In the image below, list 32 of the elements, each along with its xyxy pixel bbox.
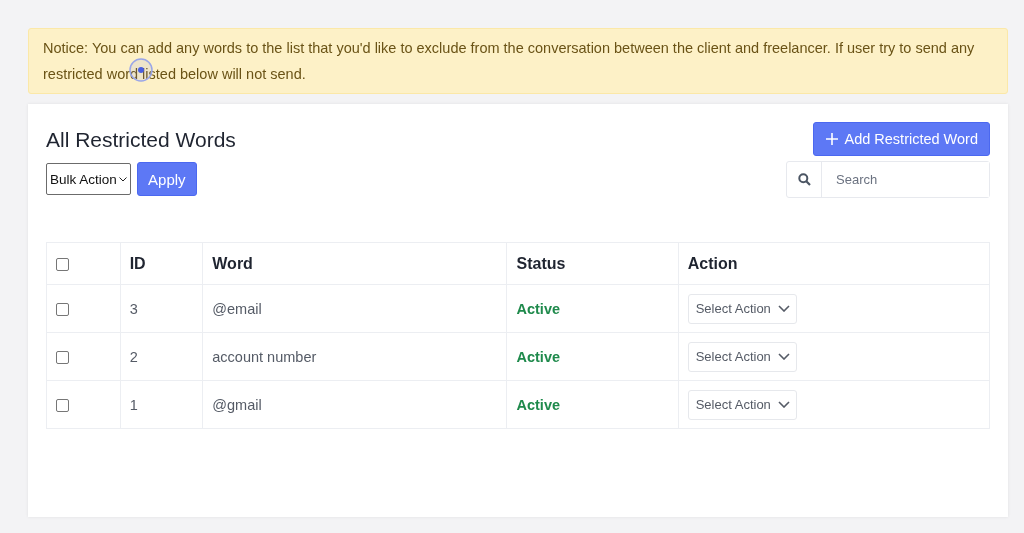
bulk-action-select[interactable]: Bulk Action: [46, 163, 131, 195]
action-select[interactable]: Select Action: [687, 293, 797, 324]
table-cell: @gmail: [202, 380, 507, 429]
page-title: All Restricted Words: [46, 128, 236, 152]
status-label: Active: [516, 300, 560, 317]
table-cell: 1: [120, 380, 203, 429]
checkbox[interactable]: [56, 399, 69, 413]
table-cell: 2: [120, 332, 203, 381]
notice-message: Notice: You can add any words to the list that you'd like to exclude from the conversation between the client and freelancer. If user try to send any restricted word listed below will not send.: [28, 28, 1008, 94]
column-header: ID: [120, 242, 203, 285]
chevron-down-icon: [777, 353, 790, 360]
table-cell: 3: [120, 284, 203, 333]
add-restricted-word-button[interactable]: Add Restricted Word: [813, 122, 990, 156]
chevron-down-icon: [118, 176, 127, 182]
search-icon: [797, 173, 811, 186]
action-select[interactable]: Select Action: [687, 341, 797, 372]
chevron-down-icon: [777, 305, 790, 312]
chevron-down-icon: [777, 401, 790, 408]
checkbox[interactable]: [56, 303, 69, 317]
table-cell: @email: [202, 284, 507, 333]
column-header: Status: [507, 242, 679, 285]
column-header: Action: [678, 242, 990, 285]
table-cell: account number: [202, 332, 507, 381]
column-header: Word: [202, 242, 507, 285]
checkbox[interactable]: [56, 351, 69, 365]
apply-button[interactable]: Apply: [136, 162, 197, 196]
plus-icon: [826, 133, 839, 145]
status-label: Active: [516, 396, 560, 413]
action-select[interactable]: Select Action: [687, 389, 797, 420]
checkbox[interactable]: [56, 257, 69, 271]
search-field[interactable]: Search: [786, 161, 990, 198]
status-label: Active: [516, 348, 560, 365]
